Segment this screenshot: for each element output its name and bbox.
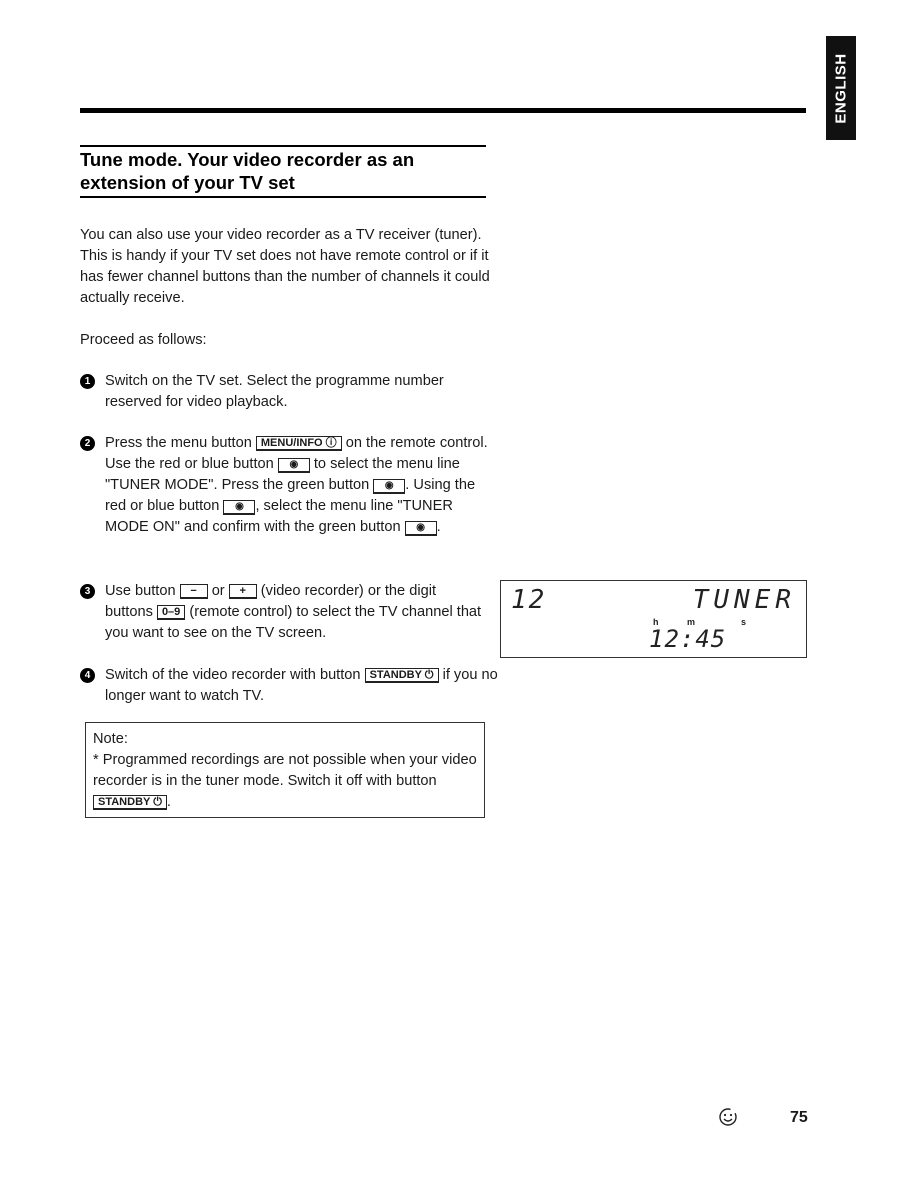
digit-keys: 0–9 [156, 605, 186, 620]
red-blue-key: ◉ [223, 500, 256, 515]
menu-info-key: MENU/INFO ⓘ [255, 436, 342, 451]
title-rule-bottom [80, 196, 486, 198]
note-text: * Programmed recordings are not possible… [93, 752, 477, 789]
note-heading: Note: [93, 731, 128, 747]
display-clock: 12:45 [649, 625, 727, 653]
standby-key: STANDBY ⏻ [93, 795, 167, 810]
step-text: Press the menu button [105, 435, 256, 451]
step-text: Switch on the TV set. Select the program… [105, 373, 444, 410]
red-blue-key: ◉ [277, 458, 310, 473]
language-tab: ENGLISH [826, 36, 856, 140]
minus-key: − [179, 584, 208, 599]
vcr-display: 12 TUNER h m s 12:45 [500, 580, 807, 658]
standby-key: STANDBY ⏻ [364, 668, 439, 683]
note-end: . [166, 794, 171, 810]
step-text: Switch of the video recorder with button [105, 667, 365, 683]
section-title: Tune mode. Your video recorder as an ext… [80, 149, 415, 193]
top-rule [80, 108, 806, 113]
green-key: ◉ [373, 479, 406, 494]
green-key: ◉ [404, 521, 437, 536]
step-2: 2 Press the menu button MENU/INFO ⓘ on t… [80, 433, 500, 538]
language-label: ENGLISH [832, 52, 850, 124]
step-text: or [207, 583, 229, 599]
title-rule-top [80, 145, 486, 147]
step-text: Use button [105, 583, 180, 599]
step-1: 1 Switch on the TV set. Select the progr… [80, 371, 500, 413]
step-number-badge: 1 [80, 374, 95, 389]
step-text: . [436, 519, 441, 535]
note-box: Note: * Programmed recordings are not po… [85, 722, 485, 818]
page-number: 75 [790, 1109, 808, 1126]
intro-paragraph: You can also use your video recorder as … [80, 227, 490, 306]
display-mode: TUNER [692, 585, 796, 615]
step-number-badge: 2 [80, 436, 95, 451]
step-4: 4 Switch of the video recorder with butt… [80, 665, 500, 707]
display-unit-seconds: s [741, 617, 747, 627]
proceed-text: Proceed as follows: [80, 332, 207, 348]
step-3: 3 Use button − or + (video recorder) or … [80, 581, 485, 644]
step-number-badge: 3 [80, 584, 95, 599]
plus-key: + [228, 584, 257, 599]
smiley-tip-icon [717, 1106, 739, 1128]
step-number-badge: 4 [80, 668, 95, 683]
display-channel: 12 [511, 585, 547, 615]
